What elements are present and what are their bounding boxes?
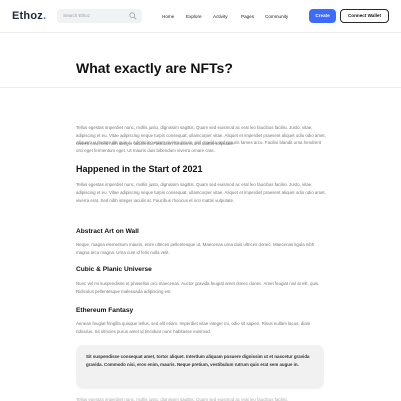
top-navbar: Ethoz. Search Ethoz Home Explore Activit… xyxy=(0,0,401,33)
search-placeholder: Search Ethoz xyxy=(63,13,91,18)
paragraph-cubic-universe: Nunc vel mi suspendisse et phasellus orc… xyxy=(76,281,320,295)
divider xyxy=(0,87,401,88)
logo-dot: . xyxy=(42,10,47,22)
subheading-ethereum-fantasy: Ethereum Fantasy xyxy=(76,307,134,314)
paragraph-abstract-art: Neque, magna elementum mauris, enim ultr… xyxy=(76,242,315,256)
section-paragraph: Tellus egestas imperdiet nunc, mollis ju… xyxy=(76,182,326,204)
trailing-paragraph: Tellus egestas imperdiet nunc, mollis ju… xyxy=(76,397,288,401)
subheading-abstract-art: Abstract Art on Wall xyxy=(76,228,139,235)
section-heading: Happened in the Start of 2021 xyxy=(76,164,203,174)
search-input[interactable]: Search Ethoz xyxy=(57,9,142,23)
nav-explore[interactable]: Explore xyxy=(186,14,202,19)
nav-community[interactable]: Community xyxy=(265,14,288,19)
subheading-cubic-universe: Cubic & Planic Universe xyxy=(76,266,152,273)
blockquote: Sit suspendisse consequat amet, tortor a… xyxy=(76,345,324,389)
create-button[interactable]: Create xyxy=(309,9,336,23)
connect-wallet-button[interactable]: Connect Wallet xyxy=(340,9,389,23)
page-title: What exactly are NFTs? xyxy=(76,60,233,76)
intro-paragraph-2: Aliquam vulputate dis quis a. Adipiscing… xyxy=(76,140,322,154)
logo-text: Ethoz xyxy=(12,10,43,22)
nav-activity[interactable]: Activity xyxy=(213,14,228,19)
paragraph-ethereum-fantasy: Aenean feugiat fringilla quisque tellus,… xyxy=(76,321,311,335)
search-icon xyxy=(129,12,137,20)
nav-pages[interactable]: Pages xyxy=(241,14,254,19)
nav-home[interactable]: Home xyxy=(162,14,174,19)
brand-logo[interactable]: Ethoz. xyxy=(12,10,46,22)
